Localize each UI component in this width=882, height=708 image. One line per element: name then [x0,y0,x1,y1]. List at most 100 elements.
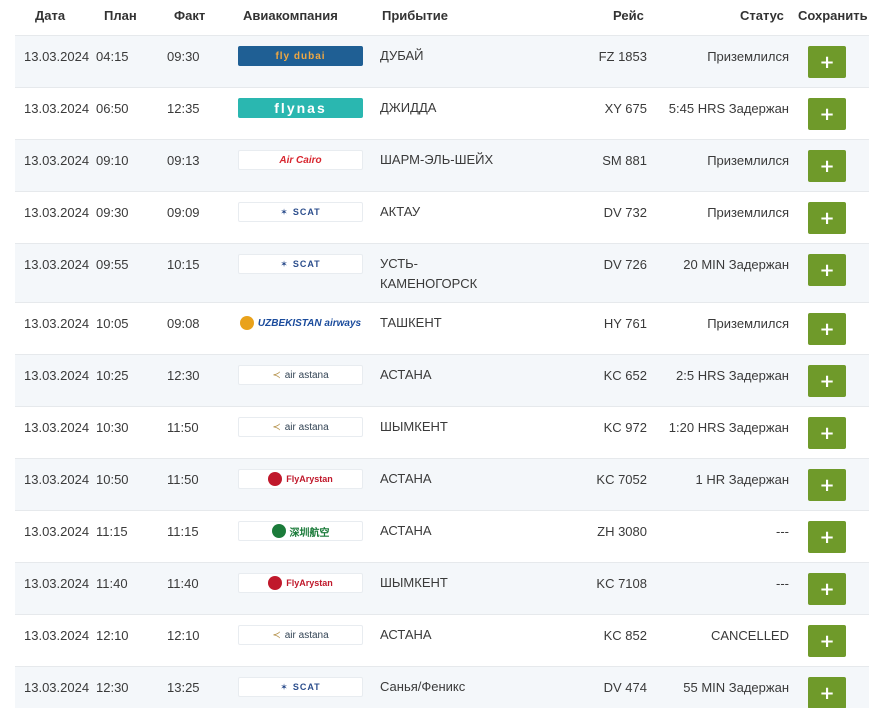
airline-logo-uzbekistan: UZBEKISTAN airways [238,313,363,333]
logo-text: fly dubai [275,50,326,62]
logo-text: SCAT [292,259,321,269]
row-fact-time: 09:30 [167,49,200,64]
save-flight-button[interactable]: + [808,98,846,130]
table-row: 13.03.2024 09:10 09:13 Air Cairo ШАРМ-ЭЛ… [15,139,869,191]
row-flight-number: DV 474 [603,680,647,695]
bird-icon: ≺ [272,369,281,381]
table-row: 13.03.2024 06:50 12:35 flynas ДЖИДДА XY … [15,87,869,139]
table-row: 13.03.2024 10:50 11:50 FlyArystan АСТАНА… [15,458,869,510]
bird-icon: ≺ [272,421,281,433]
row-plan-time: 10:30 [96,420,129,435]
save-flight-button[interactable]: + [808,313,846,345]
row-destination: Санья/Феникс [380,679,466,694]
row-date: 13.03.2024 [24,576,90,591]
star-icon: ✶ [280,258,289,269]
table-row: 13.03.2024 09:30 09:09 ✶ SCAT АКТАУ DV 73… [15,191,869,243]
row-flight-number: DV 726 [603,257,647,272]
row-date: 13.03.2024 [24,205,90,220]
logo-text: SCAT [292,682,321,692]
row-plan-time: 09:55 [96,257,129,272]
save-flight-button[interactable]: + [808,202,846,234]
row-flight-number: HY 761 [603,316,647,331]
airline-logo-scat: ✶ SCAT [238,677,363,697]
row-plan-time: 06:50 [96,101,129,116]
row-flight-number: KC 852 [603,628,647,643]
table-row: 13.03.2024 11:40 11:40 FlyArystan ШЫМКЕН… [15,562,869,614]
save-flight-button[interactable]: + [808,469,846,501]
row-flight-number: ZH 3080 [597,524,647,539]
row-fact-time: 10:15 [167,257,200,272]
row-status: 20 MIN Задержан [683,257,789,272]
save-flight-button[interactable]: + [808,150,846,182]
airline-logo-shenzhen: 深圳航空 [238,521,363,541]
row-plan-time: 12:30 [96,680,129,695]
column-header-flight[interactable]: Рейс [613,8,644,23]
row-plan-time: 12:10 [96,628,129,643]
row-plan-time: 09:10 [96,153,129,168]
airline-logo-airastana: ≺ air astana [238,417,363,437]
column-header-date[interactable]: Дата [35,8,65,23]
row-status: --- [776,524,789,539]
logo-text: air astana [284,421,329,433]
row-plan-time: 10:05 [96,316,129,331]
row-status: 1:20 HRS Задержан [668,420,789,435]
bird-icon [271,524,286,538]
airline-logo-flydubai: fly dubai [238,46,363,66]
row-status: Приземлился [707,49,789,64]
logo-text: Air Cairo [279,154,322,166]
save-flight-button[interactable]: + [808,677,846,708]
row-destination: ДЖИДДА [380,100,437,115]
airline-logo-flyarystan: FlyArystan [238,469,363,489]
row-flight-number: KC 7108 [596,576,647,591]
row-fact-time: 12:10 [167,628,200,643]
row-destination: АСТАНА [380,523,432,538]
row-status: Приземлился [707,205,789,220]
row-fact-time: 11:40 [167,576,199,591]
row-flight-number: DV 732 [603,205,647,220]
save-flight-button[interactable]: + [808,521,846,553]
column-header-plan[interactable]: План [104,8,137,23]
save-flight-button[interactable]: + [808,625,846,657]
row-destination: ШАРМ-ЭЛЬ-ШЕЙХ [380,152,494,167]
row-status: 55 MIN Задержан [683,680,789,695]
airline-logo-airastana: ≺ air astana [238,625,363,645]
logo-text: flynas [274,100,327,116]
save-flight-button[interactable]: + [808,46,846,78]
row-date: 13.03.2024 [24,49,90,64]
logo-text: air astana [284,629,329,641]
row-plan-time: 04:15 [96,49,129,64]
airline-logo-scat: ✶ SCAT [238,254,363,274]
logo-text: SCAT [292,207,321,217]
row-date: 13.03.2024 [24,257,90,272]
row-date: 13.03.2024 [24,316,90,331]
table-row: 13.03.2024 10:25 12:30 ≺ air astana АСТАН… [15,354,869,406]
row-fact-time: 13:25 [167,680,200,695]
row-fact-time: 09:09 [167,205,200,220]
row-status: CANCELLED [710,628,789,643]
column-header-status[interactable]: Статус [740,8,784,23]
row-destination: АСТАНА [380,367,432,382]
airline-logo-flyarystan: FlyArystan [238,573,363,593]
row-flight-number: KC 972 [603,420,647,435]
column-header-fact[interactable]: Факт [174,8,205,23]
save-flight-button[interactable]: + [808,573,846,605]
flower-icon [268,472,283,486]
row-destination: АСТАНА [380,627,432,642]
star-icon: ✶ [280,681,289,692]
row-status: 1 HR Задержан [695,472,789,487]
row-destination: ШЫМКЕНТ [380,419,448,434]
row-date: 13.03.2024 [24,472,90,487]
row-fact-time: 09:13 [167,153,200,168]
airline-logo-scat: ✶ SCAT [238,202,363,222]
save-flight-button[interactable]: + [808,365,846,397]
save-flight-button[interactable]: + [808,417,846,449]
row-fact-time: 12:30 [167,368,200,383]
table-row: 13.03.2024 12:10 12:10 ≺ air astana АСТАН… [15,614,869,666]
column-header-arrival[interactable]: Прибытие [382,8,448,23]
row-date: 13.03.2024 [24,153,90,168]
row-fact-time: 09:08 [167,316,200,331]
save-flight-button[interactable]: + [808,254,846,286]
column-header-airline[interactable]: Авиакомпания [243,8,338,23]
row-fact-time: 12:35 [167,101,200,116]
logo-text: UZBEKISTAN airways [257,317,362,329]
